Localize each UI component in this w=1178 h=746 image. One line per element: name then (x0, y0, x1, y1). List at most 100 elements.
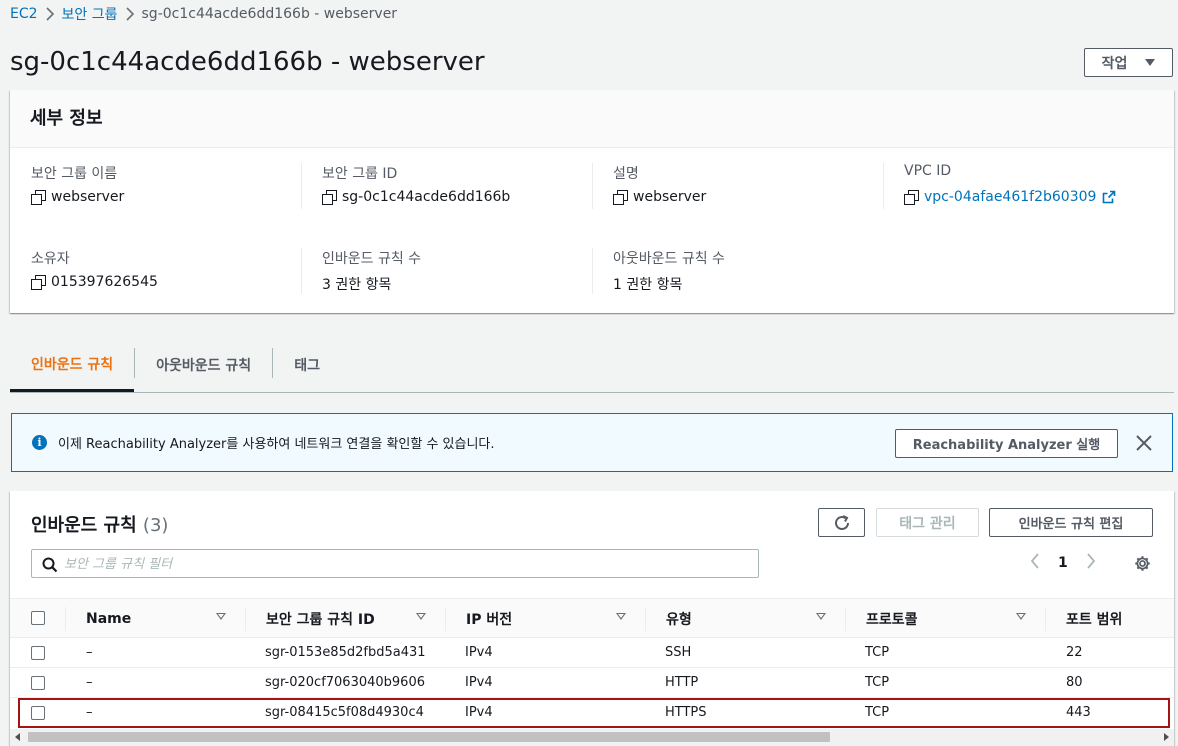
field-label: 보안 그룹 이름 (31, 166, 118, 182)
column-header-port-range[interactable]: 포트 범위 (1066, 609, 1122, 629)
cell-rule-id: sgr-0153e85d2fbd5a431 (265, 645, 426, 660)
breadcrumb-current: sg-0c1c44acde6dd166b - webserver (141, 6, 398, 22)
sort-caret-icon[interactable] (816, 613, 826, 620)
field-sg-id: 보안 그룹 ID sg-0c1c44acde6dd166b (322, 163, 602, 205)
row-checkbox[interactable] (31, 706, 45, 720)
field-sg-name: 보안 그룹 이름 webserver (31, 163, 311, 205)
field-label: 보안 그룹 ID (322, 166, 398, 182)
caret-down-icon (1145, 59, 1156, 66)
column-header-protocol[interactable]: 프로토콜 (866, 609, 918, 629)
breadcrumb-security-groups-link[interactable]: 보안 그룹 (62, 4, 118, 24)
scrollbar-thumb[interactable] (28, 732, 830, 742)
vpc-id-link[interactable]: vpc-04afae461f2b60309 (924, 189, 1096, 205)
sort-caret-icon[interactable] (416, 613, 426, 620)
cell-ip-version: IPv4 (465, 645, 493, 660)
rules-title-text: 인바운드 규칙 (31, 515, 137, 536)
table-row[interactable]: – sgr-020cf7063040b9606 IPv4 HTTP TCP 80 (10, 668, 1174, 698)
breadcrumb-ec2-link[interactable]: EC2 (10, 6, 38, 22)
cell-type: HTTP (665, 675, 699, 690)
breadcrumb-chevron-icon (118, 7, 142, 21)
copy-icon[interactable] (904, 190, 919, 205)
cell-name: – (86, 645, 93, 660)
info-banner: i 이제 Reachability Analyzer를 사용하여 네트워크 연결… (11, 413, 1173, 472)
column-divider (1045, 607, 1046, 631)
field-outbound-count: 아웃바운드 규칙 수 1 권한 항목 (613, 248, 893, 294)
cell-protocol: TCP (865, 675, 890, 690)
rules-table: Name 보안 그룹 규칙 ID IP 버전 유형 프로토콜 포트 범위 – s… (10, 598, 1174, 728)
details-panel: 세부 정보 보안 그룹 이름 webserver 보안 그룹 ID sg-0c1… (10, 90, 1174, 313)
column-header-type[interactable]: 유형 (666, 609, 692, 629)
cell-type: SSH (665, 645, 692, 660)
breadcrumb: EC2 보안 그룹 sg-0c1c44acde6dd166b - webserv… (10, 4, 397, 24)
gear-icon[interactable] (1134, 555, 1151, 572)
chevron-right-icon[interactable] (1086, 553, 1096, 573)
column-header-ip-version[interactable]: IP 버전 (466, 609, 512, 629)
table-row[interactable]: – sgr-0153e85d2fbd5a431 IPv4 SSH TCP 22 (10, 638, 1174, 668)
breadcrumb-chevron-icon (38, 7, 62, 21)
external-link-icon[interactable] (1102, 190, 1116, 204)
row-checkbox[interactable] (31, 646, 45, 660)
details-header: 세부 정보 (10, 90, 1174, 148)
search-input[interactable] (64, 554, 744, 574)
sort-caret-icon[interactable] (1016, 613, 1026, 620)
chevron-left-icon[interactable] (1030, 553, 1040, 573)
copy-icon[interactable] (31, 190, 46, 205)
inbound-rules-panel: 인바운드 규칙 (3) 태그 관리 인바운드 규칙 편집 1 Name 보안 그… (10, 491, 1174, 746)
close-icon[interactable] (1132, 431, 1156, 455)
column-divider (883, 163, 884, 209)
table-row-highlighted[interactable]: – sgr-08415c5f08d4930c4 IPv4 HTTPS TCP 4… (18, 698, 1170, 728)
field-value: webserver (633, 189, 707, 205)
scroll-left-arrow-icon[interactable] (15, 733, 20, 741)
field-value: 1 권한 항목 (613, 277, 683, 293)
cell-rule-id: sgr-08415c5f08d4930c4 (265, 705, 424, 720)
edit-inbound-rules-button[interactable]: 인바운드 규칙 편집 (989, 508, 1153, 537)
refresh-button[interactable] (818, 508, 865, 537)
banner-text: 이제 Reachability Analyzer를 사용하여 네트워크 연결을 … (58, 437, 495, 452)
pagination: 1 (1030, 553, 1096, 573)
field-vpc-id: VPC ID vpc-04afae461f2b60309 (904, 163, 1178, 205)
rules-filter[interactable] (31, 549, 759, 578)
sort-caret-icon[interactable] (616, 613, 626, 620)
field-label: 소유자 (31, 251, 70, 267)
table-header: Name 보안 그룹 규칙 ID IP 버전 유형 프로토콜 포트 범위 (10, 598, 1174, 638)
horizontal-scrollbar[interactable] (10, 729, 1174, 746)
rules-count: (3) (142, 515, 169, 536)
cell-protocol: TCP (865, 645, 890, 660)
column-divider (592, 163, 593, 209)
column-header-rule-id[interactable]: 보안 그룹 규칙 ID (266, 609, 375, 629)
column-divider (301, 248, 302, 294)
copy-icon[interactable] (613, 190, 628, 205)
scroll-right-arrow-icon[interactable] (1164, 733, 1169, 741)
field-owner: 소유자 015397626545 (31, 248, 311, 290)
current-page[interactable]: 1 (1058, 555, 1068, 571)
column-divider (445, 607, 446, 631)
cell-port-range: 443 (1066, 705, 1091, 720)
select-all-checkbox[interactable] (31, 611, 45, 625)
cell-type: HTTPS (665, 705, 707, 720)
cell-ip-version: IPv4 (465, 705, 493, 720)
tab-outbound-rules[interactable]: 아웃바운드 규칙 (135, 338, 272, 392)
cell-rule-id: sgr-020cf7063040b9606 (265, 675, 425, 690)
cell-protocol: TCP (865, 705, 890, 720)
field-label: 아웃바운드 규칙 수 (613, 251, 725, 267)
cell-port-range: 22 (1066, 645, 1083, 660)
sort-caret-icon[interactable] (216, 613, 226, 620)
tab-tags[interactable]: 태그 (273, 338, 341, 392)
column-divider (645, 607, 646, 631)
copy-icon[interactable] (31, 275, 46, 290)
row-checkbox[interactable] (31, 676, 45, 690)
tab-inbound-rules[interactable]: 인바운드 규칙 (10, 338, 135, 392)
column-divider (592, 248, 593, 294)
actions-dropdown-button[interactable]: 작업 (1084, 48, 1173, 77)
run-reachability-analyzer-button[interactable]: Reachability Analyzer 실행 (895, 429, 1118, 458)
column-header-name[interactable]: Name (86, 609, 131, 629)
column-divider (65, 607, 66, 631)
field-description: 설명 webserver (613, 163, 893, 205)
cell-port-range: 80 (1066, 675, 1083, 690)
cell-name: – (86, 675, 93, 690)
manage-tags-button[interactable]: 태그 관리 (876, 508, 979, 537)
field-inbound-count: 인바운드 규칙 수 3 권한 항목 (322, 248, 602, 294)
copy-icon[interactable] (322, 190, 337, 205)
field-label: VPC ID (904, 163, 952, 179)
search-icon (42, 557, 58, 573)
